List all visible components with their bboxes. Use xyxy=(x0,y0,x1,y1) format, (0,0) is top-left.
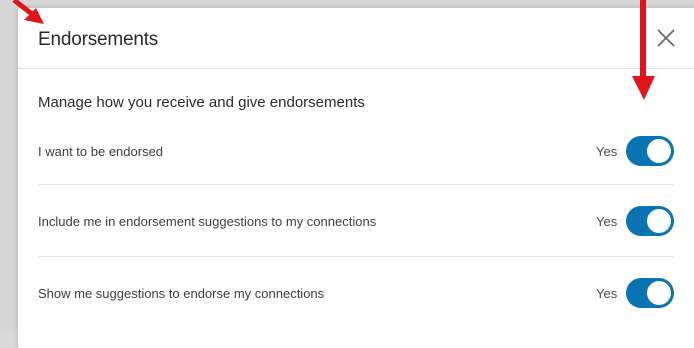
setting-row-include-in-suggestions: Include me in endorsement suggestions to… xyxy=(38,185,674,257)
setting-label: Show me suggestions to endorse my connec… xyxy=(38,286,325,301)
toggle-suggest-to-endorse[interactable] xyxy=(626,278,674,308)
toggle-knob xyxy=(647,281,671,305)
setting-row-be-endorsed: I want to be endorsed Yes xyxy=(38,121,674,185)
setting-label: I want to be endorsed xyxy=(38,144,164,159)
annotation-arrow-icon xyxy=(632,0,655,100)
annotation-arrow-icon xyxy=(12,0,44,24)
setting-row-suggest-to-endorse: Show me suggestions to endorse my connec… xyxy=(38,257,674,321)
toggle-status-label: Yes xyxy=(596,214,618,229)
toggle-include-in-suggestions[interactable] xyxy=(626,206,674,236)
endorsements-dialog: Endorsements Manage how you receive and … xyxy=(18,8,694,348)
toggle-status-label: Yes xyxy=(596,286,618,301)
dialog-header: Endorsements xyxy=(18,8,694,69)
setting-label: Include me in endorsement suggestions to… xyxy=(38,214,377,229)
dialog-title: Endorsements xyxy=(38,29,159,50)
toggle-knob xyxy=(647,209,671,233)
section-heading: Manage how you receive and give endorsem… xyxy=(38,94,365,111)
toggle-be-endorsed[interactable] xyxy=(626,136,674,166)
toggle-status-label: Yes xyxy=(596,144,618,159)
toggle-knob xyxy=(647,139,671,163)
